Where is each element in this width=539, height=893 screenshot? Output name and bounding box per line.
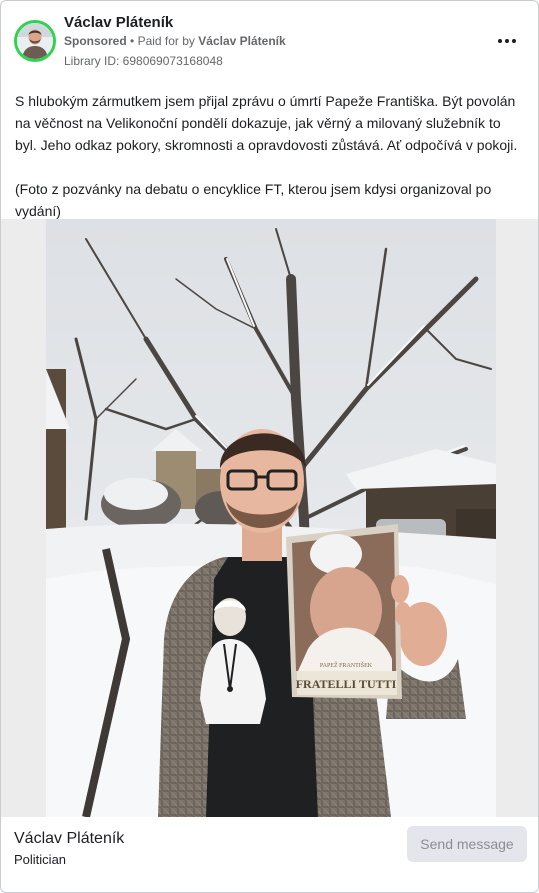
page-name[interactable]: Václav Pláteník: [64, 14, 173, 31]
paid-for-by-prefix: Paid for by: [137, 34, 195, 48]
book: PAPEŽ FRANTIŠEK FRATELLI TUTTI: [286, 524, 402, 699]
send-message-button[interactable]: Send message: [407, 826, 527, 862]
ad-card: Václav Pláteník Sponsored • Paid for by …: [0, 0, 539, 893]
post-paragraph: (Foto z pozvánky na debatu o encyklice F…: [15, 181, 492, 219]
post-text: S hlubokým zármutkem jsem přijal zprávu …: [15, 90, 525, 222]
library-id: Library ID: 698069073168048: [64, 54, 223, 68]
ad-photo: PAPEŽ FRANTIŠEK FRATELLI TUTTI: [46, 219, 496, 817]
post-paragraph: S hlubokým zármutkem jsem přijal zprávu …: [15, 93, 518, 153]
book-author: PAPEŽ FRANTIŠEK: [320, 661, 373, 669]
sponsor-line: Sponsored • Paid for by Václav Pláteník: [64, 34, 286, 48]
more-horizontal-icon: [498, 39, 502, 43]
ad-footer: Václav Pláteník Politician Send message: [1, 817, 538, 892]
ad-media[interactable]: PAPEŽ FRANTIŠEK FRATELLI TUTTI: [1, 219, 538, 817]
ad-header: Václav Pláteník Sponsored • Paid for by …: [1, 1, 538, 81]
footer-page-name[interactable]: Václav Pláteník: [14, 830, 124, 848]
sponsored-label: Sponsored: [64, 34, 127, 48]
separator-dot: •: [130, 34, 138, 48]
more-options-button[interactable]: [494, 27, 520, 53]
avatar-photo: [17, 23, 53, 59]
book-title: FRATELLI TUTTI: [296, 677, 397, 691]
paid-for-by-name[interactable]: Václav Pláteník: [198, 34, 285, 48]
footer-category: Politician: [14, 852, 67, 867]
avatar[interactable]: [14, 20, 56, 62]
